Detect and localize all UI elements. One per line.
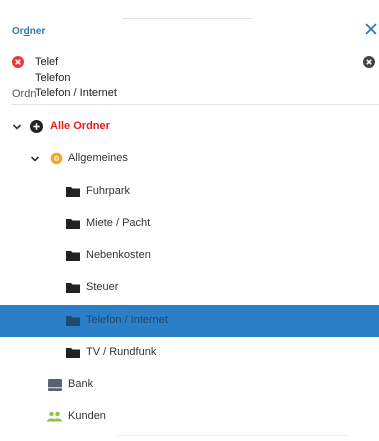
tree-item-label: TV / Rundfunk [86, 346, 157, 358]
field-label: Ordner [12, 88, 36, 100]
tree-item-folder[interactable]: Steuer [0, 272, 379, 304]
folder-icon [66, 219, 80, 229]
tree-item-label: Miete / Pacht [86, 217, 151, 229]
tree-item-folder-selected[interactable]: Telefon / Internet [0, 305, 379, 337]
settings-icon [50, 152, 63, 165]
suggestion-item[interactable]: Telefon [35, 71, 355, 86]
top-divider [122, 18, 252, 19]
tree-item-label: Kunden [68, 410, 106, 422]
tree-item-label: Nebenkosten [86, 249, 151, 261]
input-underline [12, 104, 379, 105]
chevron-down-icon[interactable] [12, 122, 22, 132]
tree-item-all-folders[interactable]: Alle Ordner [0, 111, 379, 143]
tree-item-label: Fuhrpark [86, 185, 131, 197]
folder-icon [66, 316, 80, 326]
tree-item-folder[interactable]: TV / Rundfunk [0, 337, 379, 369]
tree-item-kunden[interactable]: Kunden [0, 401, 379, 433]
tree-item-folder[interactable]: Fuhrpark [0, 176, 379, 208]
add-circle-icon [30, 120, 43, 133]
tree-item-allgemeines[interactable]: Allgemeines [0, 143, 379, 175]
search-input[interactable] [35, 54, 335, 70]
tree-item-folder[interactable]: Nebenkosten [0, 240, 379, 272]
tree-item-label: Alle Ordner [50, 120, 110, 132]
tree-item-label: Telefon / Internet [86, 314, 168, 326]
tree-item-label: Steuer [86, 281, 119, 293]
folder-icon [66, 283, 80, 293]
bottom-divider [118, 435, 348, 436]
folder-icon [66, 251, 80, 261]
tree-item-folder[interactable]: Miete / Pacht [0, 208, 379, 240]
panel-title: Ordner [12, 26, 46, 37]
folder-icon [66, 348, 80, 358]
people-icon [47, 411, 62, 422]
error-icon [12, 56, 24, 68]
chevron-down-icon[interactable] [30, 154, 40, 164]
tree-item-bank[interactable]: Bank [0, 369, 379, 401]
bank-icon [48, 379, 62, 391]
folder-icon [66, 187, 80, 197]
search-row [0, 54, 379, 72]
suggestion-item[interactable]: Telefon / Internet [35, 86, 355, 101]
tree-item-label: Allgemeines [68, 152, 128, 164]
close-icon[interactable] [364, 22, 378, 36]
clear-icon[interactable] [363, 56, 375, 68]
autocomplete-list: Telefon Telefon / Internet [35, 71, 355, 101]
tree-item-label: Bank [68, 378, 94, 390]
